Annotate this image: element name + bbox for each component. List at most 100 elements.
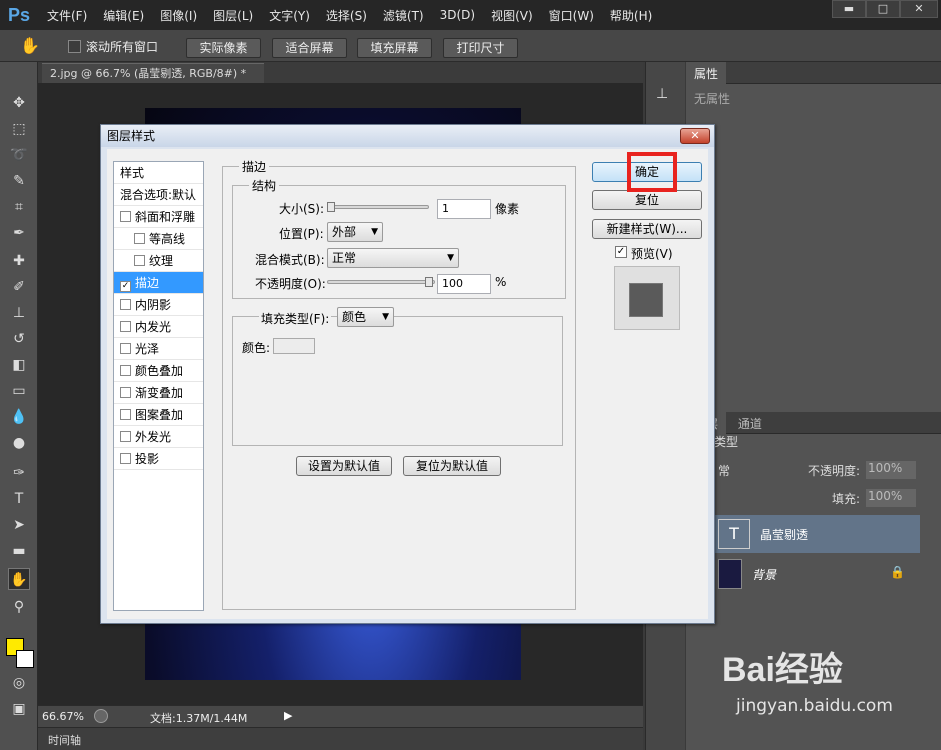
style-item-checkbox[interactable] xyxy=(120,343,131,354)
scroll-all-checkbox[interactable] xyxy=(68,40,81,53)
style-item-8[interactable]: 颜色叠加 xyxy=(114,360,203,382)
layer-opacity-value[interactable]: 100% xyxy=(866,461,916,479)
fit-screen-button[interactable]: 适合屏幕 xyxy=(272,38,347,58)
gradient-tool-icon[interactable]: ▭ xyxy=(8,380,30,402)
background-color-swatch[interactable] xyxy=(16,650,34,668)
close-window-button[interactable]: ✕ xyxy=(900,0,938,18)
menu-item-10[interactable]: 帮助(H) xyxy=(610,7,652,24)
style-item-7[interactable]: 光泽 xyxy=(114,338,203,360)
reset-default-button[interactable]: 复位为默认值 xyxy=(403,456,501,476)
menu-item-7[interactable]: 3D(D) xyxy=(440,8,475,22)
menu-item-0[interactable]: 文件(F) xyxy=(47,7,87,24)
style-item-checkbox[interactable]: ✓ xyxy=(120,281,131,292)
layer-row-background[interactable]: 背景 🔒 xyxy=(714,555,920,593)
screen-mode-icon[interactable]: ▣ xyxy=(8,698,30,720)
menu-item-8[interactable]: 视图(V) xyxy=(491,7,533,24)
menu-item-3[interactable]: 图层(L) xyxy=(213,7,253,24)
hand-tool-selected-icon[interactable]: ✋ xyxy=(8,568,30,590)
layer-filter-label[interactable]: 类型 xyxy=(714,433,738,450)
layer-blend-mode[interactable]: 常 xyxy=(718,462,730,479)
menu-item-6[interactable]: 滤镜(T) xyxy=(383,7,424,24)
style-item-checkbox[interactable] xyxy=(120,321,131,332)
menu-item-1[interactable]: 编辑(E) xyxy=(103,7,144,24)
properties-tab[interactable]: 属性 xyxy=(686,62,727,84)
document-tab[interactable]: 2.jpg @ 66.7% (晶莹剔透, RGB/8#) * × xyxy=(42,63,264,100)
size-input[interactable]: 1 xyxy=(437,199,491,219)
style-item-checkbox[interactable] xyxy=(120,431,131,442)
status-icon[interactable] xyxy=(94,709,108,723)
dodge-tool-icon[interactable]: ● xyxy=(8,432,30,454)
history-brush-tool-icon[interactable]: ↺ xyxy=(8,328,30,350)
marquee-tool-icon[interactable]: ⬚ xyxy=(8,118,30,140)
minimize-button[interactable]: ▬ xyxy=(832,0,866,18)
menu-item-9[interactable]: 窗口(W) xyxy=(549,7,594,24)
tab-channels[interactable]: 通道 xyxy=(730,412,770,435)
style-item-5[interactable]: 内阴影 xyxy=(114,294,203,316)
style-item-3[interactable]: 纹理 xyxy=(114,250,203,272)
path-select-tool-icon[interactable]: ➤ xyxy=(8,514,30,536)
eraser-tool-icon[interactable]: ◧ xyxy=(8,354,30,376)
print-size-button[interactable]: 打印尺寸 xyxy=(443,38,518,58)
menu-item-4[interactable]: 文字(Y) xyxy=(269,7,310,24)
reset-button[interactable]: 复位 xyxy=(592,190,702,210)
style-item-10[interactable]: 图案叠加 xyxy=(114,404,203,426)
status-arrow-icon[interactable]: ▶ xyxy=(284,709,292,722)
preview-checkbox[interactable]: ✓ xyxy=(615,246,627,258)
lasso-tool-icon[interactable]: ➰ xyxy=(8,144,30,166)
style-item-checkbox[interactable] xyxy=(120,453,131,464)
layer-row-text[interactable]: T 晶莹剔透 xyxy=(714,515,920,553)
style-item-checkbox[interactable] xyxy=(120,299,131,310)
quick-select-tool-icon[interactable]: ✎ xyxy=(8,170,30,192)
style-item-11[interactable]: 外发光 xyxy=(114,426,203,448)
stamp-tool-icon[interactable]: ⊥ xyxy=(8,302,30,324)
timeline-label[interactable]: 时间轴 xyxy=(48,732,81,748)
stroke-color-swatch[interactable] xyxy=(273,338,315,354)
opacity-slider-thumb[interactable] xyxy=(425,277,433,287)
style-item-0[interactable]: 混合选项:默认 xyxy=(114,184,203,206)
style-item-2[interactable]: 等高线 xyxy=(114,228,203,250)
type-tool-icon[interactable]: T xyxy=(8,488,30,510)
zoom-tool-icon[interactable]: ⚲ xyxy=(8,596,30,618)
actual-pixels-button[interactable]: 实际像素 xyxy=(186,38,261,58)
crop-tool-icon[interactable]: ⌗ xyxy=(8,196,30,218)
move-tool-icon[interactable]: ✥ xyxy=(8,92,30,114)
brush-tool-icon[interactable]: ✐ xyxy=(8,276,30,298)
style-item-9[interactable]: 渐变叠加 xyxy=(114,382,203,404)
position-select[interactable]: 外部 ▼ xyxy=(327,222,383,242)
eyedropper-tool-icon[interactable]: ✒ xyxy=(8,222,30,244)
dialog-close-button[interactable]: ✕ xyxy=(680,128,710,144)
pen-tool-icon[interactable]: ✑ xyxy=(8,462,30,484)
style-item-checkbox[interactable] xyxy=(120,387,131,398)
style-item-checkbox[interactable] xyxy=(134,233,145,244)
opacity-input[interactable]: 100 xyxy=(437,274,491,294)
set-default-button[interactable]: 设置为默认值 xyxy=(296,456,392,476)
style-preview xyxy=(614,266,680,330)
style-item-1[interactable]: 斜面和浮雕 xyxy=(114,206,203,228)
layer-fill-value[interactable]: 100% xyxy=(866,489,916,507)
menu-item-2[interactable]: 图像(I) xyxy=(160,7,197,24)
style-item-4[interactable]: ✓ 描边 xyxy=(114,272,203,294)
style-item-label: 内发光 xyxy=(135,320,172,334)
style-item-checkbox[interactable] xyxy=(120,365,131,376)
blur-tool-icon[interactable]: 💧 xyxy=(8,406,30,428)
style-item-12[interactable]: 投影 xyxy=(114,448,203,470)
style-item-checkbox[interactable] xyxy=(120,211,131,222)
size-slider-thumb[interactable] xyxy=(327,202,335,212)
menu-item-5[interactable]: 选择(S) xyxy=(326,7,367,24)
fill-type-select[interactable]: 颜色 ▼ xyxy=(337,307,394,327)
healing-tool-icon[interactable]: ✚ xyxy=(8,250,30,272)
hand-tool-icon[interactable]: ✋ xyxy=(20,36,40,55)
style-list-header[interactable]: 样式 xyxy=(114,162,203,184)
maximize-button[interactable]: □ xyxy=(866,0,900,18)
new-style-button[interactable]: 新建样式(W)... xyxy=(592,219,702,239)
fill-screen-button[interactable]: 填充屏幕 xyxy=(357,38,432,58)
style-item-checkbox[interactable] xyxy=(120,409,131,420)
shape-tool-icon[interactable]: ▬ xyxy=(8,540,30,562)
blend-mode-select[interactable]: 正常 ▼ xyxy=(327,248,459,268)
history-icon[interactable]: ⊥ xyxy=(656,86,668,102)
style-item-6[interactable]: 内发光 xyxy=(114,316,203,338)
size-slider-track[interactable] xyxy=(327,205,429,209)
quick-mask-icon[interactable]: ◎ xyxy=(8,672,30,694)
style-item-checkbox[interactable] xyxy=(134,255,145,266)
opacity-slider-track[interactable] xyxy=(327,280,435,284)
